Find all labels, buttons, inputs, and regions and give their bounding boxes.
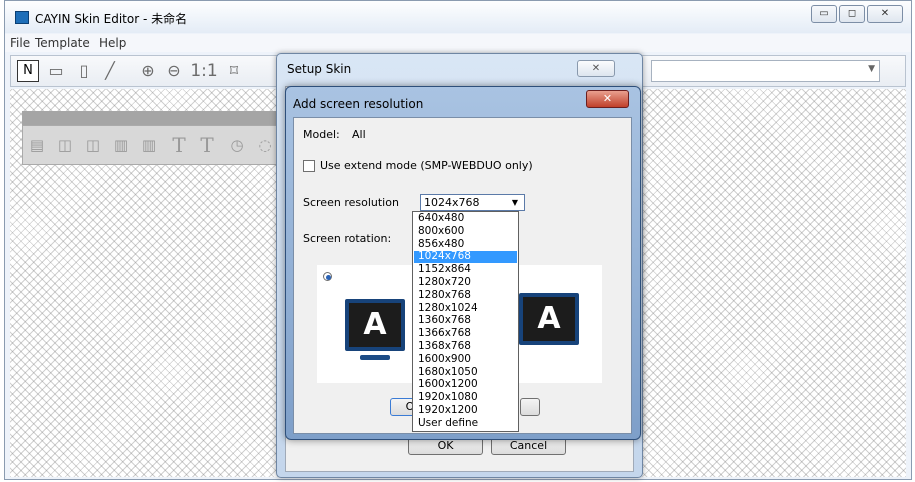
title-bar[interactable]: CAYIN Skin Editor - 未命名 ▭ ◻ ✕	[5, 1, 911, 33]
close-icon[interactable]: ✕	[577, 60, 615, 77]
resolution-option[interactable]: 1360x768	[414, 315, 517, 326]
resolution-option[interactable]: 1368x768	[414, 340, 517, 352]
resolution-option[interactable]: 1600x900	[414, 353, 517, 365]
text-tool-1-icon[interactable]: T	[169, 134, 189, 156]
model-value: All	[352, 128, 366, 141]
resolution-option[interactable]: 1152x864	[414, 264, 517, 275]
resolution-option[interactable]: 1680x1050	[414, 366, 517, 378]
rotated-monitor-icon[interactable]: A	[519, 293, 579, 345]
menu-file[interactable]: File	[10, 36, 30, 50]
close-icon[interactable]: ✕	[867, 5, 903, 23]
resolution-option[interactable]: 1366x768	[414, 328, 517, 339]
resolution-option[interactable]: 1920x1200	[414, 404, 517, 416]
zoom-actual-size-icon[interactable]: 1:1	[189, 60, 219, 82]
text-tool-2-icon[interactable]: T	[197, 134, 217, 156]
chevron-down-icon: ▼	[868, 64, 875, 74]
picture-zone-1-icon[interactable]: ▥	[111, 134, 131, 156]
monitor-stand-icon	[360, 355, 390, 360]
screen-rotation-label: Screen rotation:	[303, 232, 392, 245]
minimize-icon[interactable]: ▭	[811, 5, 837, 23]
monitor-letter: A	[363, 307, 387, 342]
video-zone-2-icon[interactable]: ◫	[83, 134, 103, 156]
screen-resolution-value: 1024x768	[424, 196, 480, 209]
resolution-option[interactable]: 1024x768	[414, 251, 517, 263]
resolution-option[interactable]: 1280x768	[414, 289, 517, 301]
monitor-letter: A	[537, 301, 561, 336]
close-icon[interactable]: ✕	[586, 90, 629, 108]
resolution-option[interactable]: 1280x720	[414, 276, 517, 288]
resolution-dropdown-list: 640x480 800x600 856x480 1024x768 1152x864 128…	[412, 211, 519, 432]
chevron-down-icon: ▼	[511, 198, 518, 207]
pencil-icon[interactable]: ╱	[99, 60, 121, 82]
resolution-option[interactable]: 1920x1080	[414, 392, 517, 403]
skin-combo[interactable]: ▼	[651, 60, 880, 82]
extend-mode-checkbox[interactable]	[303, 160, 315, 172]
resolution-option[interactable]: 640x480	[414, 212, 517, 224]
maximize-icon[interactable]: ◻	[839, 5, 865, 23]
resolution-option[interactable]: 1600x1200	[414, 379, 517, 390]
open-folder-icon[interactable]: ▭	[45, 60, 67, 82]
menu-template[interactable]: Template	[35, 36, 90, 50]
weather-icon[interactable]: ◌	[255, 134, 275, 156]
new-icon[interactable]: N	[17, 60, 39, 82]
fit-screen-icon[interactable]: ⌑	[223, 60, 245, 82]
image-tool-icon[interactable]: ▤	[27, 134, 47, 156]
window-title: CAYIN Skin Editor - 未命名	[35, 12, 188, 26]
landscape-monitor-icon[interactable]: A	[345, 299, 405, 351]
resolution-option[interactable]: 856x480	[414, 238, 517, 250]
setup-skin-title: Setup Skin	[287, 62, 352, 76]
rotation-landscape-radio[interactable]	[323, 272, 332, 281]
clock-icon[interactable]: ◷	[227, 134, 247, 156]
picture-zone-2-icon[interactable]: ▥	[139, 134, 159, 156]
extend-mode-label[interactable]: Use extend mode (SMP-WEBDUO only)	[320, 159, 533, 172]
tool-panel-header[interactable]	[22, 111, 287, 125]
radio-dot-icon	[326, 275, 331, 280]
screen-resolution-label: Screen resolution	[303, 196, 399, 209]
zoom-in-icon[interactable]: ⊕	[137, 60, 159, 82]
app-icon	[15, 11, 29, 24]
add-resolution-cancel-button[interactable]	[520, 398, 540, 416]
resolution-option[interactable]: 1280x1024	[414, 302, 517, 314]
video-zone-1-icon[interactable]: ◫	[55, 134, 75, 156]
menu-bar: File Template Help	[5, 34, 911, 52]
tool-panel-body: ▤ ◫ ◫ ▥ ▥ T T ◷ ◌	[22, 125, 287, 165]
menu-help[interactable]: Help	[99, 36, 126, 50]
resolution-option[interactable]: User define	[414, 417, 517, 429]
add-resolution-title: Add screen resolution	[293, 97, 424, 111]
tool-panel: ▤ ◫ ◫ ▥ ▥ T T ◷ ◌	[22, 111, 287, 171]
resolution-option[interactable]: 800x600	[414, 225, 517, 237]
zoom-out-icon[interactable]: ⊖	[163, 60, 185, 82]
screen-resolution-select[interactable]: 1024x768 ▼	[420, 194, 525, 211]
save-icon[interactable]: ▯	[73, 60, 95, 82]
model-label: Model:	[303, 128, 340, 141]
